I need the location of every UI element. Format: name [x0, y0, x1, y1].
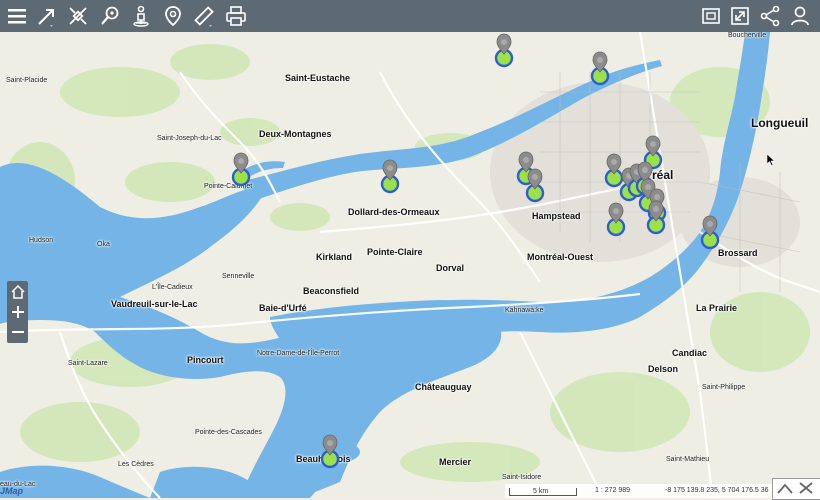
zoom-in-button[interactable]: [7, 302, 28, 322]
map-marker[interactable]: [318, 431, 342, 471]
map-marker[interactable]: [588, 48, 612, 88]
place-label-pointe-claire: Pointe-Claire: [367, 247, 423, 257]
map-marker[interactable]: [378, 156, 402, 196]
user-icon[interactable]: [785, 0, 815, 32]
map-marker[interactable]: [604, 199, 628, 239]
place-label-la-prairie: La Prairie: [696, 303, 738, 313]
close-icon[interactable]: [797, 481, 815, 495]
map-pin-icon: [646, 200, 666, 235]
place-label-saint-lazare: Saint-Lazare: [68, 360, 108, 367]
place-label-chateauguay: Châteauguay: [415, 382, 472, 392]
place-label-hudson: Hudson: [29, 237, 54, 244]
map-marker[interactable]: [698, 212, 722, 252]
place-label-les-cedres: Les Cèdres: [118, 461, 154, 468]
location-pin-icon[interactable]: [158, 0, 188, 32]
place-label-kahnawake: Kahnawà:ke: [505, 307, 544, 314]
place-label-longueuil: Longueuil: [751, 116, 809, 130]
place-label-delson: Delson: [648, 364, 679, 374]
place-label-pointe-des-cascades: Pointe-des-Cascades: [195, 429, 262, 436]
place-label-brossard: Brossard: [718, 248, 758, 258]
map-pin-icon: [590, 51, 610, 86]
map-marker[interactable]: [523, 165, 547, 205]
place-label-baie-durfe: Baie-d'Urfé: [259, 303, 307, 313]
place-label-dorval: Dorval: [436, 263, 465, 273]
ruler-pencil-icon[interactable]: [190, 0, 220, 32]
measure-arrow-icon[interactable]: [32, 0, 62, 32]
magnify-location-icon[interactable]: [95, 0, 125, 32]
map-marker[interactable]: [492, 32, 516, 70]
place-label-saint-isidore: Saint-Isidore: [502, 474, 542, 481]
place-label-mercier: Mercier: [439, 457, 472, 467]
place-label-deux-montagnes: Deux-Montagnes: [259, 129, 332, 139]
toolbar: [0, 0, 820, 32]
place-label-saint-eustache: Saint-Eustache: [285, 73, 351, 83]
collapse-up-icon[interactable]: [776, 481, 794, 495]
share-icon[interactable]: [755, 0, 785, 32]
person-pin-icon[interactable]: [126, 0, 156, 32]
place-label-ile-cadieux: L'Île-Cadieux: [152, 284, 193, 291]
fullscreen-icon[interactable]: [725, 0, 755, 32]
place-label-vaudreuil-sur-le-lac: Vaudreuil-sur-le-Lac: [111, 299, 198, 309]
satellite-icon[interactable]: [63, 0, 93, 32]
place-label-hampstead: Hampstead: [532, 211, 581, 221]
scale-distance: 5 km: [533, 488, 549, 495]
jmap-logo: JMap: [0, 486, 24, 496]
printer-icon[interactable]: [221, 0, 251, 32]
corner-controls: [772, 478, 820, 500]
map-pin-icon: [494, 33, 514, 68]
place-label-candiac: Candiac: [672, 348, 708, 358]
menu-icon[interactable]: [2, 0, 32, 32]
scale-ratio: 1 : 272 989: [595, 487, 631, 494]
map-pin-icon: [231, 152, 251, 187]
place-label-saint-mathieu: Saint-Mathieu: [666, 456, 710, 463]
map-pin-icon: [380, 159, 400, 194]
place-label-notre-dame-de-lile-perrot: Notre-Dame-de-l'Île-Perrot: [257, 350, 340, 357]
place-label-montreal-ouest: Montréal-Ouest: [527, 252, 594, 262]
map-marker[interactable]: [229, 149, 253, 189]
map-pin-icon: [320, 434, 340, 469]
home-icon[interactable]: [7, 282, 28, 302]
place-label-saint-joseph-du-lac: Saint-Joseph-du-Lac: [157, 135, 222, 142]
zoom-controls: [7, 281, 28, 343]
mouse-cursor-icon: [767, 154, 775, 166]
place-label-oka: Oka: [97, 241, 110, 248]
map-pin-icon: [606, 202, 626, 237]
window-icon[interactable]: [696, 0, 726, 32]
map-view[interactable]: Boucherville Saint-Placide Saint-Eustach…: [0, 32, 820, 498]
map-pin-icon: [700, 215, 720, 250]
cursor-coordinates: -8 175 139.8 235, 5 704 176.5 36: [665, 487, 769, 494]
place-label-saint-placide: Saint-Placide: [6, 77, 48, 84]
place-label-saint-philippe: Saint-Philippe: [702, 384, 746, 391]
zoom-out-button[interactable]: [7, 322, 28, 342]
place-label-pincourt: Pincourt: [187, 355, 224, 365]
place-label-kirkland: Kirkland: [316, 252, 353, 262]
place-label-senneville: Senneville: [222, 273, 255, 280]
map-basemap: [0, 32, 820, 498]
map-pin-icon: [525, 168, 545, 203]
place-label-boucherville: Boucherville: [728, 32, 767, 39]
place-label-beaconsfield: Beaconsfield: [303, 286, 360, 296]
place-label-dollard-des-ormeaux: Dollard-des-Ormeaux: [348, 207, 440, 217]
map-marker[interactable]: [644, 197, 668, 237]
